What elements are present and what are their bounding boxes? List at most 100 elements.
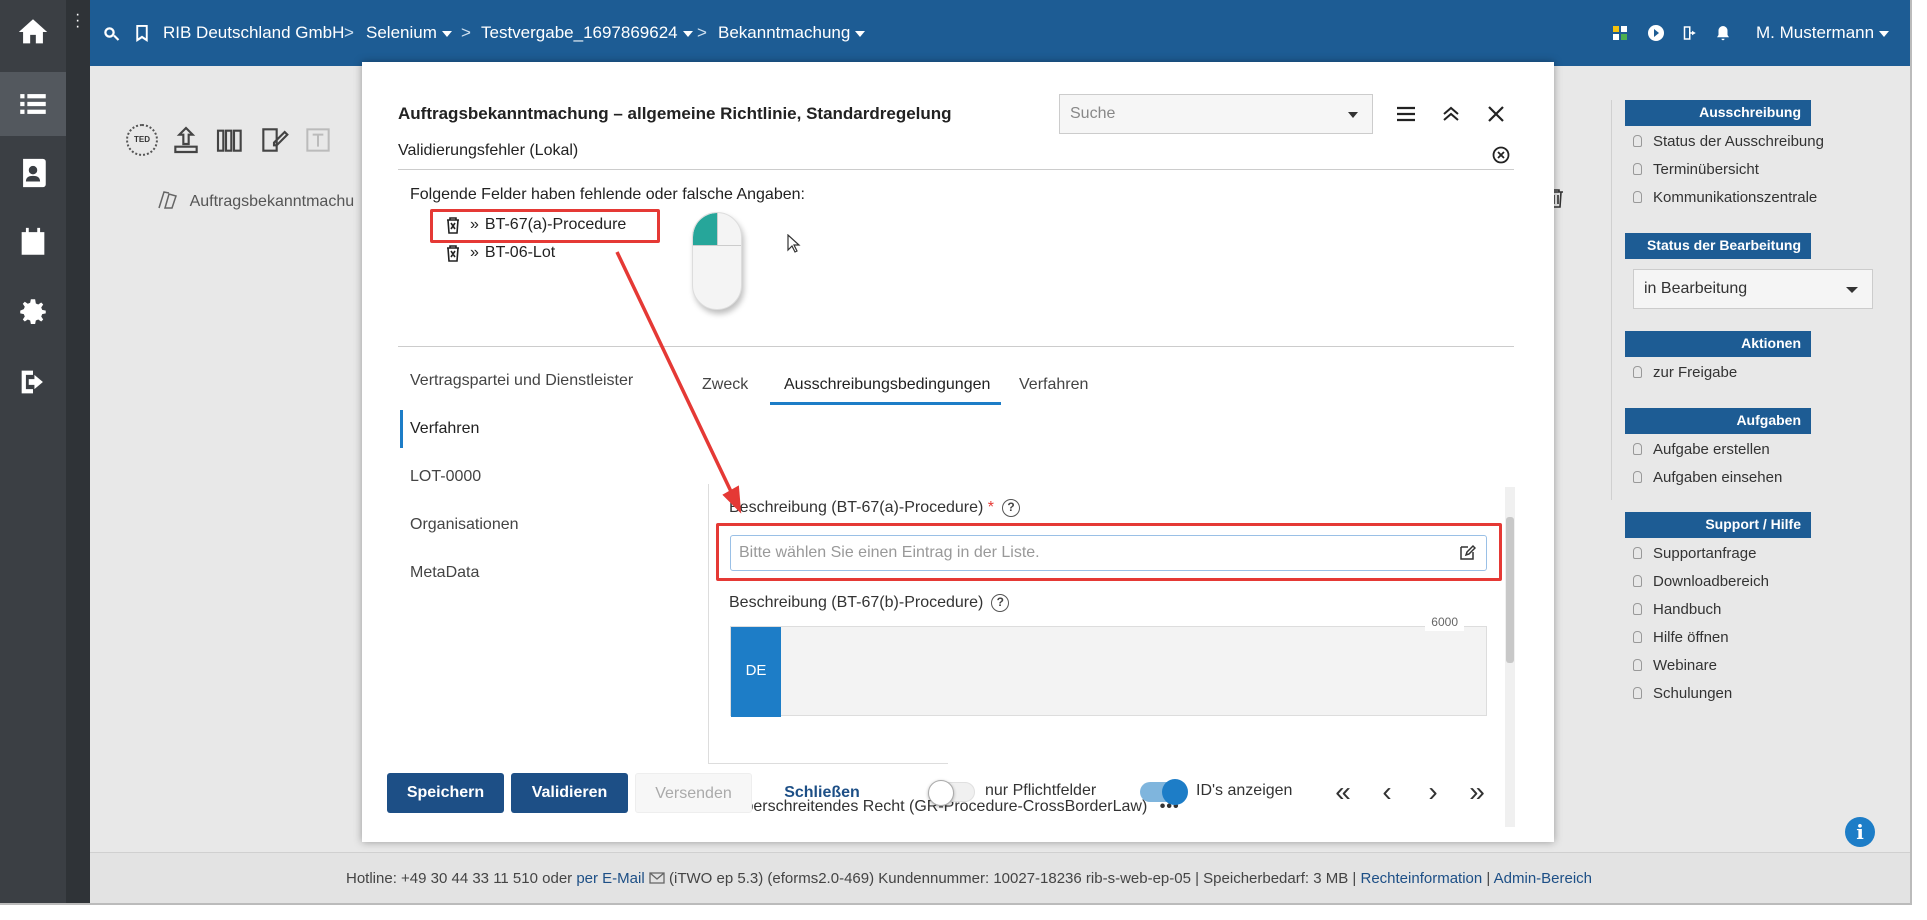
ted-icon[interactable]: TED — [126, 124, 158, 156]
upload-icon[interactable] — [170, 124, 202, 156]
calendar-icon[interactable] — [13, 222, 53, 262]
play-circle-icon[interactable] — [1648, 25, 1664, 41]
error-item[interactable]: » BT-06-Lot — [446, 244, 555, 262]
toggle-knob — [1162, 779, 1188, 805]
show-ids-label: ID's anzeigen — [1196, 782, 1293, 799]
info-icon[interactable]: i — [1845, 817, 1875, 847]
sidebar-aktionen: Aktionen zur Freigabe — [1625, 331, 1811, 387]
scrollbar-thumb[interactable] — [1506, 517, 1514, 663]
footer-legal-link[interactable]: Rechteinformation — [1361, 870, 1483, 887]
sidebar-item-webinare[interactable]: Webinare — [1625, 652, 1811, 680]
nav-item-vertragspartei[interactable]: Vertragspartei und Dienstleister — [410, 372, 633, 390]
required-only-toggle[interactable] — [928, 780, 975, 806]
sidebar-item-termine[interactable]: Terminübersicht — [1625, 156, 1811, 184]
sidebar-item-hilfe[interactable]: Hilfe öffnen — [1625, 624, 1811, 652]
sidebar-heading: Aufgaben — [1625, 408, 1811, 434]
close-circle-icon[interactable] — [1487, 141, 1515, 169]
home-icon[interactable] — [13, 12, 53, 52]
content-border — [708, 484, 709, 764]
sidebar-item-downloadbereich[interactable]: Downloadbereich — [1625, 568, 1811, 596]
previous-page-icon[interactable]: ‹ — [1372, 777, 1402, 807]
sidebar-item-handbuch[interactable]: Handbuch — [1625, 596, 1811, 624]
sidebar-aufgaben: Aufgaben Aufgabe erstellen Aufgaben eins… — [1625, 408, 1811, 492]
contact-book-icon[interactable] — [13, 153, 53, 193]
bell-icon[interactable] — [1714, 24, 1732, 43]
nav-active-indicator — [400, 410, 403, 448]
icon-rail — [0, 0, 66, 903]
send-button[interactable]: Versenden — [635, 773, 752, 813]
last-page-icon[interactable]: » — [1462, 777, 1492, 807]
error-label: BT-06-Lot — [484, 244, 556, 261]
breadcrumb-tender[interactable]: Testvergabe_1697869624 — [481, 23, 693, 43]
save-button[interactable]: Speichern — [387, 773, 504, 813]
collapse-all-icon[interactable] — [1437, 100, 1465, 128]
sidebar-item-kommunikation[interactable]: Kommunikationszentrale — [1625, 184, 1817, 212]
bookmark-icon[interactable] — [134, 24, 150, 43]
sidebar-status: Status der Bearbeitung in Bearbeitung — [1625, 233, 1873, 309]
trash-icon[interactable] — [446, 244, 460, 262]
database-icon — [1633, 547, 1642, 559]
sign-edit-icon[interactable] — [258, 124, 290, 156]
binders-icon[interactable] — [214, 124, 246, 156]
close-icon[interactable] — [1482, 100, 1510, 128]
footer-info: (iTWO ep 5.3) (eforms2.0-469) Kundennumm… — [669, 870, 1357, 887]
error-intro: Folgende Felder haben fehlende oder fals… — [410, 186, 805, 203]
first-page-icon[interactable]: « — [1328, 777, 1358, 807]
toggle-knob — [928, 780, 954, 806]
footer-admin-link[interactable]: Admin-Bereich — [1494, 870, 1592, 887]
breadcrumb-separator: > — [461, 23, 471, 42]
text-icon[interactable] — [302, 124, 334, 156]
annotation-arrow — [615, 251, 742, 514]
sidebar-support: Support / Hilfe Supportanfrage Downloadb… — [1625, 512, 1811, 708]
nav-item-lot[interactable]: LOT-0000 — [410, 468, 481, 486]
help-icon[interactable]: ? — [1002, 499, 1021, 517]
validation-heading: Validierungsfehler (Lokal) — [398, 142, 579, 159]
sidebar-item-freigabe[interactable]: zur Freigabe — [1625, 359, 1811, 387]
exit-door-icon[interactable] — [1680, 24, 1698, 42]
sidebar-item-aufgaben-einsehen[interactable]: Aufgaben einsehen — [1625, 464, 1811, 492]
sidebar-item-schulungen[interactable]: Schulungen — [1625, 680, 1811, 708]
tab-verfahren[interactable]: Verfahren — [1019, 376, 1088, 394]
database-icon — [1633, 191, 1642, 203]
sidebar-item-supportanfrage[interactable]: Supportanfrage — [1625, 540, 1811, 568]
app-grid-icon[interactable] — [1613, 26, 1627, 40]
nav-item-organisationen[interactable]: Organisationen — [410, 516, 519, 534]
language-tag[interactable]: DE — [731, 627, 781, 717]
tab-ausschreibungsbedingungen[interactable]: Ausschreibungsbedingungen — [784, 376, 990, 394]
divider — [398, 346, 1514, 347]
status-select[interactable]: in Bearbeitung — [1633, 269, 1873, 309]
sidebar-heading: Support / Hilfe — [1625, 512, 1811, 538]
breadcrumb-project[interactable]: Selenium — [366, 23, 452, 43]
breadcrumb-separator: > — [344, 23, 354, 42]
user-menu[interactable]: M. Mustermann — [1756, 23, 1890, 43]
nav-item-verfahren[interactable]: Verfahren — [410, 420, 479, 438]
logout-icon[interactable] — [13, 362, 53, 402]
nav-item-metadata[interactable]: MetaData — [410, 564, 479, 582]
database-icon — [1633, 603, 1642, 615]
sidebar-ausschreibung: Ausschreibung Status der Ausschreibung T… — [1625, 100, 1824, 212]
procedure-description-b-textarea[interactable]: DE 6000 — [730, 613, 1487, 717]
sidebar-item-aufgabe-erstellen[interactable]: Aufgabe erstellen — [1625, 436, 1811, 464]
scrollbar[interactable] — [1505, 487, 1515, 827]
next-page-icon[interactable]: › — [1418, 777, 1448, 807]
database-icon — [1633, 575, 1642, 587]
search-icon[interactable] — [102, 25, 120, 43]
help-icon[interactable]: ? — [991, 594, 1010, 612]
breadcrumb-notice[interactable]: Bekanntmachung — [718, 23, 866, 43]
rail-toggle-strip[interactable]: · · · — [66, 0, 90, 903]
required-only-label: nur Pflichtfelder — [985, 782, 1097, 799]
database-icon — [1633, 687, 1642, 699]
cursor-icon — [787, 234, 801, 253]
validate-button[interactable]: Validieren — [511, 773, 628, 813]
list-icon[interactable] — [13, 84, 53, 124]
menu-icon[interactable] — [1392, 100, 1420, 128]
show-ids-toggle[interactable] — [1140, 779, 1188, 805]
more-vert-icon[interactable]: · · · — [75, 7, 80, 35]
breadcrumb-company[interactable]: RIB Deutschland GmbH — [163, 23, 344, 43]
document-row[interactable]: Auftragsbekanntmachu — [156, 188, 354, 211]
close-button[interactable]: Schließen — [772, 773, 872, 813]
sidebar-item-status[interactable]: Status der Ausschreibung — [1625, 128, 1824, 156]
footer-email-link[interactable]: per E-Mail — [576, 870, 644, 887]
search-select[interactable]: Suche — [1059, 94, 1373, 134]
gear-icon[interactable] — [13, 292, 53, 332]
